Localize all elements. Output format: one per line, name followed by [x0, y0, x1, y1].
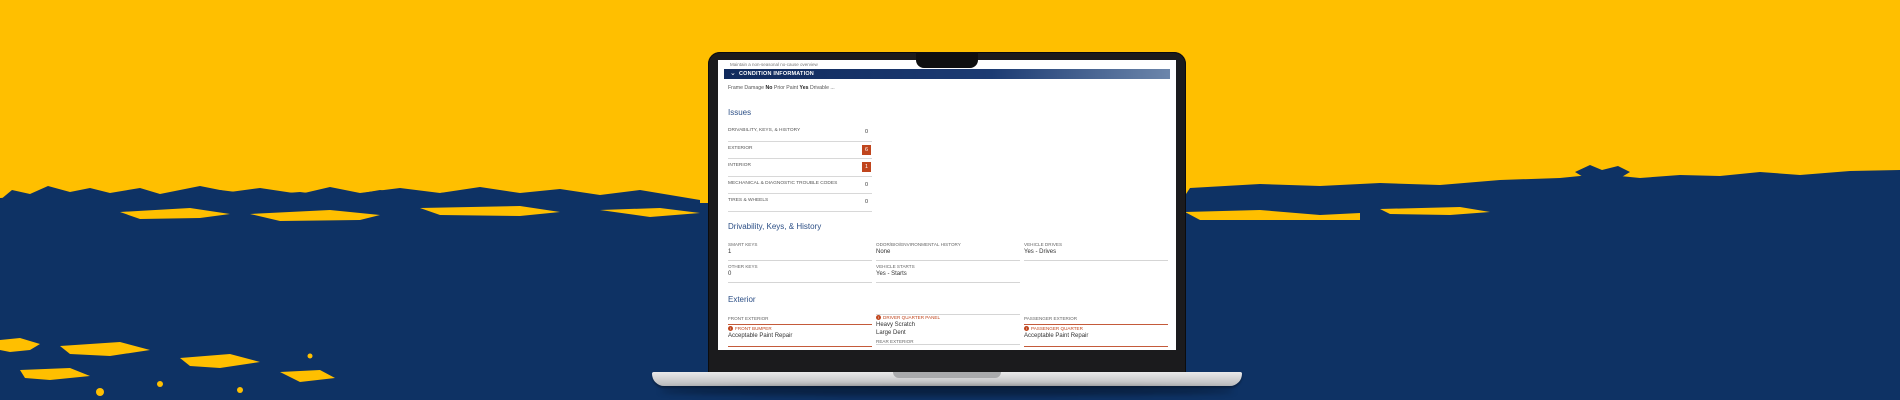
field-value: Yes - Drives	[1024, 249, 1057, 255]
field-value: 0	[728, 271, 732, 277]
section-title: CONDITION INFORMATION	[739, 71, 814, 77]
divider	[876, 260, 1020, 261]
issues-heading: Issues	[728, 108, 752, 117]
driver-quarter-panel-field[interactable]: ! DRIVER QUARTER PANEL Heavy Scratch Larg…	[876, 314, 1020, 345]
laptop-shadow	[660, 386, 1234, 396]
divider	[728, 346, 872, 347]
sub-value: Acceptable Paint Repair	[728, 333, 793, 340]
divider	[728, 282, 872, 283]
sub-value: Acceptable Paint Repair	[1024, 333, 1089, 340]
alert-icon: !	[728, 326, 733, 332]
divider	[1024, 346, 1168, 347]
divider	[728, 324, 872, 325]
field-label: FRONT EXTERIOR	[728, 316, 769, 321]
issue-row-interior[interactable]: INTERIOR 1	[728, 159, 872, 177]
prior-paint-value: Yes	[799, 85, 809, 91]
laptop-base-groove	[893, 372, 1001, 378]
sub-label: PASSENGER QUARTER	[1031, 326, 1083, 331]
issue-row-drivability[interactable]: DRIVABILITY, KEYS, & HISTORY 0	[728, 124, 872, 142]
sub-label: FRONT BUMPER	[735, 326, 772, 331]
field-value: 1	[728, 249, 732, 255]
issue-label: DRIVABILITY, KEYS, & HISTORY	[728, 128, 801, 133]
front-exterior-field: FRONT EXTERIOR ! FRONT BUMPER Acceptable …	[728, 316, 872, 347]
issue-row-mechanical[interactable]: MECHANICAL & DIAGNOSTIC TROUBLE CODES 0	[728, 177, 872, 194]
issue-label: EXTERIOR	[728, 145, 753, 151]
issue-count: 0	[864, 181, 869, 188]
issue-label: INTERIOR	[728, 163, 751, 168]
issue-count-badge: 6	[862, 144, 871, 155]
alert-icon: !	[876, 315, 881, 321]
vehicle-drives-field: VEHICLE DRIVES Yes - Drives	[1024, 242, 1168, 261]
divider	[728, 260, 872, 261]
passenger-quarter-issue[interactable]: ! PASSENGER QUARTER Acceptable Paint Repa…	[1024, 326, 1168, 339]
issue-label: TIRES & WHEELS	[728, 198, 769, 203]
chevron-down-icon: ⌄	[730, 70, 736, 77]
other-keys-field: OTHER KEYS 0	[728, 264, 872, 283]
divider	[1024, 260, 1168, 261]
frame-damage-label: Frame Damage	[728, 85, 765, 91]
field-label: ODOR/BIO/ENVIRONMENTAL HISTORY	[876, 242, 961, 247]
divider	[1024, 324, 1168, 325]
condition-information-header[interactable]: ⌄ CONDITION INFORMATION	[724, 69, 1170, 79]
issue-count: 0	[864, 129, 869, 135]
issues-list: DRIVABILITY, KEYS, & HISTORY 0 EXTERIOR …	[728, 124, 872, 212]
exterior-heading: Exterior	[728, 295, 756, 304]
issue-count-badge: 1	[862, 162, 871, 172]
field-label: PASSENGER EXTERIOR	[1024, 316, 1078, 321]
field-value: None	[876, 249, 891, 255]
issue-label: MECHANICAL & DIAGNOSTIC TROUBLE CODES	[728, 180, 838, 186]
front-bumper-issue[interactable]: ! FRONT BUMPER Acceptable Paint Repair	[728, 326, 872, 339]
field-label: VEHICLE STARTS	[876, 264, 915, 269]
smart-keys-field: SMART KEYS 1	[728, 242, 872, 261]
prior-paint-label: Prior Paint	[773, 85, 799, 91]
damage-value: Heavy Scratch	[876, 322, 916, 329]
condition-summary-line: Frame Damage No Prior Paint Yes Drivable…	[728, 85, 835, 91]
issue-row-tires[interactable]: TIRES & WHEELS 0	[728, 194, 872, 212]
alert-icon: !	[1024, 326, 1029, 332]
field-label: SMART KEYS	[728, 242, 758, 247]
divider	[876, 314, 1020, 315]
top-note: Maintain a non-seasonal no-cause overvie…	[730, 62, 818, 67]
drivable-label: Drivable ...	[809, 85, 835, 91]
issue-count: 0	[864, 199, 869, 205]
divider	[876, 282, 1020, 283]
damage-value: Large Dent	[876, 330, 906, 337]
field-value: Yes - Starts	[876, 271, 907, 277]
issue-row-exterior[interactable]: EXTERIOR 6	[728, 142, 872, 159]
field-label: VEHICLE DRIVES	[1024, 242, 1063, 247]
frame-damage-value: No	[765, 85, 773, 91]
laptop-screen: Maintain a non-seasonal no-cause overvie…	[718, 60, 1176, 350]
vehicle-starts-field: VEHICLE STARTS Yes - Starts	[876, 264, 1020, 283]
camera-notch	[916, 52, 978, 68]
drivability-heading: Drivability, Keys, & History	[728, 222, 822, 231]
field-label: DRIVER QUARTER PANEL	[883, 315, 941, 320]
odor-history-field: ODOR/BIO/ENVIRONMENTAL HISTORY None	[876, 242, 1020, 261]
field-label: OTHER KEYS	[728, 264, 758, 269]
divider	[876, 344, 1020, 345]
passenger-exterior-field: PASSENGER EXTERIOR ! PASSENGER QUARTER Ac…	[1024, 316, 1168, 347]
